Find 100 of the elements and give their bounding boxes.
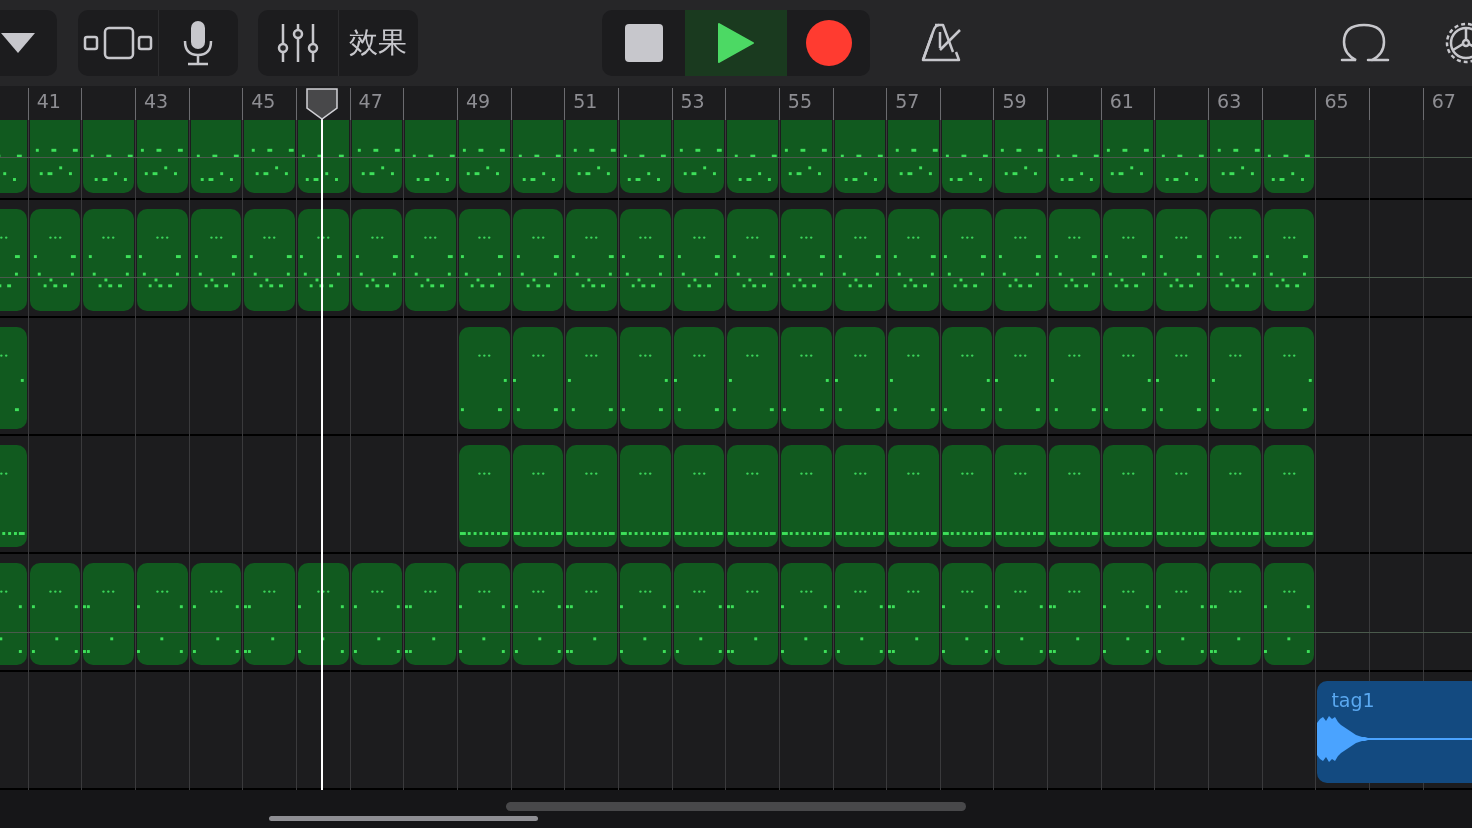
midi-notes-drawing — [784, 148, 827, 176]
bar-number: 57 — [895, 90, 920, 112]
bar-number: 55 — [787, 90, 813, 112]
effects-button[interactable]: 效果 — [337, 10, 418, 76]
midi-notes-drawing — [1049, 590, 1081, 653]
midi-notes-drawing — [1054, 236, 1097, 288]
midi-notes-drawing — [621, 236, 664, 288]
midi-notes-drawing — [1158, 590, 1205, 653]
midi-notes-drawing — [781, 472, 830, 535]
view-toggle-icon — [82, 26, 153, 60]
loop-button[interactable] — [1340, 22, 1390, 64]
microphone-icon — [182, 20, 215, 66]
midi-notes-drawing — [513, 472, 562, 535]
midi-notes-drawing — [136, 590, 183, 653]
metronome-button[interactable] — [920, 22, 962, 64]
midi-notes-drawing — [941, 590, 988, 653]
midi-notes-drawing — [192, 590, 239, 653]
metronome-icon — [920, 22, 962, 64]
midi-notes-drawing — [299, 236, 342, 288]
midi-notes-drawing — [0, 472, 25, 535]
midi-notes-drawing — [572, 236, 614, 288]
bar-number: 65 — [1324, 90, 1349, 112]
midi-notes-drawing — [355, 236, 398, 288]
midi-notes-drawing — [1056, 154, 1099, 181]
midi-notes-drawing — [679, 148, 722, 176]
midi-notes-drawing — [995, 354, 1041, 412]
midi-notes-drawing — [1050, 472, 1098, 535]
midi-notes-drawing — [727, 590, 759, 653]
bar-number: 47 — [358, 90, 383, 112]
midi-notes-drawing — [0, 354, 24, 412]
midi-notes-drawing — [836, 590, 883, 653]
midi-notes-drawing — [460, 354, 507, 412]
midi-notes-drawing — [674, 472, 723, 535]
midi-notes-drawing — [675, 590, 722, 653]
midi-notes-drawing — [894, 236, 936, 288]
midi-notes-drawing — [942, 472, 991, 535]
horizontal-scrollbar[interactable] — [506, 802, 966, 811]
midi-notes-drawing — [89, 236, 132, 288]
midi-notes-drawing — [518, 154, 561, 181]
midi-notes-drawing — [1051, 354, 1096, 412]
midi-notes-drawing — [735, 154, 777, 181]
bar-number: 41 — [36, 90, 61, 112]
midi-notes-drawing — [1156, 354, 1202, 412]
midi-notes-drawing — [413, 154, 455, 181]
midi-notes-drawing — [405, 590, 437, 653]
midi-notes-drawing — [888, 590, 920, 653]
midi-notes-drawing — [196, 154, 239, 181]
midi-notes-drawing — [619, 590, 666, 653]
play-button[interactable] — [685, 10, 787, 76]
triangle-down-icon — [1, 31, 35, 55]
midi-notes-drawing — [83, 590, 115, 653]
midi-notes-drawing — [890, 354, 935, 412]
audio-region[interactable]: tag1 — [1317, 681, 1472, 783]
bar-number: 49 — [465, 90, 491, 112]
bar-number: 59 — [1002, 90, 1027, 112]
midi-notes-drawing — [1157, 472, 1206, 535]
midi-notes-drawing — [1210, 590, 1242, 653]
midi-notes-drawing — [357, 148, 400, 176]
midi-notes-drawing — [782, 236, 825, 288]
midi-region[interactable] — [297, 120, 349, 193]
midi-notes-drawing — [244, 590, 276, 653]
tracks-menu-button[interactable] — [0, 10, 57, 76]
play-icon — [717, 22, 755, 64]
stop-icon — [624, 24, 663, 62]
midi-notes-drawing — [138, 236, 181, 288]
midi-notes-drawing — [411, 236, 453, 288]
midi-notes-drawing — [733, 236, 775, 288]
midi-notes-drawing — [91, 154, 133, 181]
midi-notes-drawing — [999, 236, 1042, 288]
midi-notes-drawing — [834, 354, 880, 412]
midi-notes-drawing — [1217, 148, 1260, 176]
midi-notes-drawing — [945, 154, 988, 181]
midi-notes-drawing — [0, 236, 20, 288]
bar-number: 63 — [1217, 90, 1242, 112]
midi-notes-drawing — [514, 590, 561, 653]
midi-notes-drawing — [673, 354, 719, 412]
midi-notes-drawing — [1265, 236, 1308, 288]
bar-number: 51 — [573, 90, 598, 112]
midi-notes-drawing — [250, 236, 292, 288]
midi-region[interactable] — [297, 563, 349, 665]
midi-notes-drawing — [1215, 236, 1258, 288]
midi-notes-drawing — [1265, 354, 1312, 412]
midi-notes-drawing — [729, 354, 774, 412]
bar-number: 67 — [1431, 90, 1456, 112]
midi-notes-drawing — [620, 472, 669, 535]
midi-notes-drawing — [0, 154, 22, 181]
midi-notes-drawing — [1263, 590, 1310, 653]
bar-number: 43 — [143, 90, 169, 112]
midi-notes-drawing — [31, 590, 78, 653]
midi-notes-drawing — [838, 236, 881, 288]
midi-notes-drawing — [835, 472, 884, 535]
midi-notes-drawing — [567, 472, 615, 535]
midi-notes-drawing — [1103, 472, 1152, 535]
midi-notes-drawing — [516, 236, 559, 288]
bar-number: 53 — [680, 90, 705, 112]
midi-notes-drawing — [462, 148, 505, 176]
midi-region[interactable] — [297, 209, 349, 311]
midi-notes-drawing — [566, 590, 598, 653]
midi-notes-drawing — [621, 354, 668, 412]
midi-notes-drawing — [1211, 472, 1259, 535]
